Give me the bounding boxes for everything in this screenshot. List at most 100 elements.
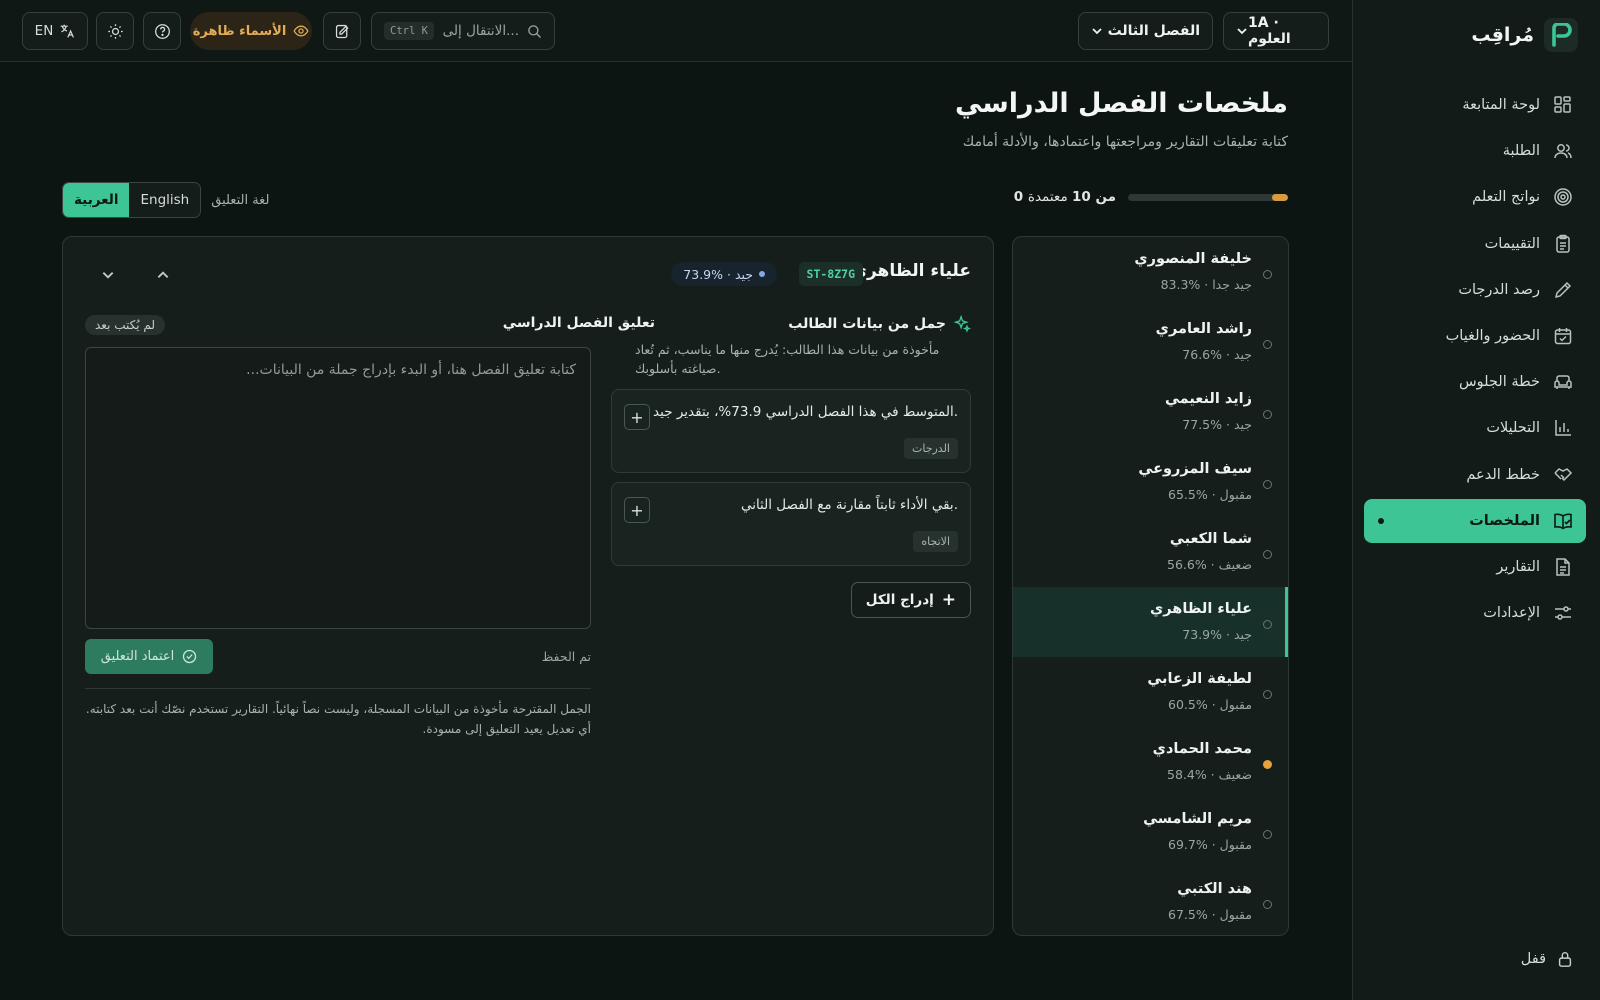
language-segmented-control: العربية English bbox=[62, 182, 202, 218]
sidebar-item-assessments[interactable]: التقييمات bbox=[1364, 222, 1586, 266]
status-dot-warning bbox=[1263, 760, 1272, 769]
sidebar-item-label: رصد الدرجات bbox=[1458, 281, 1540, 298]
status-dot bbox=[1263, 830, 1272, 839]
student-row[interactable]: لطيفة الزعابي 60.5% · مقبول bbox=[1013, 657, 1288, 727]
student-row[interactable]: هند الكتبي 67.5% · مقبول bbox=[1013, 867, 1288, 935]
handshake-icon bbox=[1552, 464, 1574, 486]
student-row-grade: 76.6% · جيد bbox=[1182, 347, 1252, 362]
previous-student-button[interactable] bbox=[151, 263, 175, 287]
grade-dot bbox=[759, 271, 765, 277]
calendar-check-icon bbox=[1552, 325, 1574, 347]
status-dot bbox=[1263, 340, 1272, 349]
search-placeholder: الانتقال إلى... bbox=[442, 23, 519, 39]
sidebar-item-outcomes[interactable]: نواتج التعلم bbox=[1364, 175, 1586, 219]
sidebar-item-reports[interactable]: التقارير bbox=[1364, 545, 1586, 589]
help-button[interactable] bbox=[143, 12, 181, 50]
brand[interactable]: مُراقِب bbox=[1471, 18, 1578, 52]
sidebar-item-label: نواتج التعلم bbox=[1472, 189, 1540, 206]
comment-language: العربية English لغة التعليق bbox=[62, 182, 269, 218]
quick-note-button[interactable] bbox=[323, 12, 361, 50]
language-label: لغة التعليق bbox=[211, 192, 270, 208]
sidebar-item-label: خطط الدعم bbox=[1466, 466, 1540, 483]
theme-toggle-button[interactable] bbox=[96, 12, 134, 50]
sidebar-item-label: التحليلات bbox=[1486, 420, 1540, 437]
student-row-grade: 56.6% · ضعيف bbox=[1167, 557, 1252, 572]
sidebar-item-settings[interactable]: الإعدادات bbox=[1364, 591, 1586, 635]
lock-button[interactable]: قفل bbox=[1521, 950, 1574, 968]
student-list: خليفة المنصوري 83.3% · جيد جدا راشد العامر… bbox=[1012, 236, 1289, 936]
approve-comment-button[interactable]: اعتماد التعليق bbox=[85, 639, 213, 674]
suggestion-tag: الدرجات bbox=[903, 438, 958, 459]
class-select[interactable]: 1A · العلوم bbox=[1223, 12, 1329, 50]
sidebar-item-dashboard[interactable]: لوحة المتابعة bbox=[1364, 83, 1586, 127]
student-row[interactable]: شما الكعبي 56.6% · ضعيف bbox=[1013, 517, 1288, 587]
insert-suggestion-button[interactable]: + bbox=[624, 404, 650, 430]
sidebar-item-support-plans[interactable]: خطط الدعم bbox=[1364, 453, 1586, 497]
footer-note: الجمل المقترحة مأخوذة من البيانات المسجل… bbox=[85, 702, 591, 736]
sidebar-item-students[interactable]: الطلبة bbox=[1364, 129, 1586, 173]
status-dot bbox=[1263, 690, 1272, 699]
language-button[interactable]: EN bbox=[22, 12, 88, 50]
term-select[interactable]: الفصل الثالث bbox=[1078, 12, 1213, 50]
insert-suggestion-button[interactable]: + bbox=[624, 497, 650, 523]
student-row[interactable]: راشد العامري 76.6% · جيد bbox=[1013, 307, 1288, 377]
student-row-name: خليفة المنصوري bbox=[1134, 251, 1252, 267]
file-text-icon bbox=[1552, 556, 1574, 578]
logo-icon bbox=[1544, 18, 1578, 52]
suggestion-card: بقي الأداء ثابتاً مقارنة مع الفصل الثاني… bbox=[611, 482, 971, 566]
sliders-icon bbox=[1552, 602, 1574, 624]
student-row-grade: 77.5% · جيد bbox=[1182, 417, 1252, 432]
approve-comment-label: اعتماد التعليق bbox=[100, 649, 175, 664]
sidebar-item-seating[interactable]: خطة الجلوس bbox=[1364, 360, 1586, 404]
names-visibility-label: الأسماء ظاهرة bbox=[192, 23, 287, 39]
next-student-button[interactable] bbox=[96, 263, 120, 287]
sidebar-item-analytics[interactable]: التحليلات bbox=[1364, 406, 1586, 450]
sidebar-item-grades[interactable]: رصد الدرجات bbox=[1364, 268, 1586, 312]
sidebar: مُراقِب لوحة المتابعة الطلبة نواتج التعل… bbox=[1352, 0, 1600, 1000]
sidebar-item-label: الحضور والغياب bbox=[1445, 327, 1540, 344]
sparkles-icon bbox=[953, 315, 971, 333]
student-row[interactable]: محمد الحمادي 58.4% · ضعيف bbox=[1013, 727, 1288, 797]
student-id-badge: ST-8Z7G bbox=[798, 262, 863, 286]
page-subtitle: كتابة تعليقات التقارير ومراجعتها واعتماد… bbox=[962, 134, 1288, 150]
student-row-name: مريم الشامسي bbox=[1143, 811, 1252, 827]
student-row-grade: 67.5% · مقبول bbox=[1168, 907, 1252, 922]
suggestions-description: مأخوذة من بيانات هذا الطالب: يُدرج منها … bbox=[635, 342, 940, 376]
lang-option-english[interactable]: English bbox=[129, 183, 201, 217]
student-name: علياء الظاهري bbox=[851, 261, 971, 281]
active-indicator bbox=[1285, 587, 1288, 657]
search-box[interactable]: Ctrl K الانتقال إلى... bbox=[371, 12, 555, 50]
grade-badge: 73.9% · جيد bbox=[671, 262, 777, 286]
help-icon bbox=[154, 23, 171, 40]
plus-icon: + bbox=[941, 590, 956, 610]
sidebar-item-attendance[interactable]: الحضور والغياب bbox=[1364, 314, 1586, 358]
student-row-grade: 83.3% · جيد جدا bbox=[1160, 277, 1252, 292]
suggestion-tag: الاتجاه bbox=[913, 531, 958, 552]
sidebar-item-label: خطة الجلوس bbox=[1458, 374, 1540, 391]
student-row[interactable]: زايد النعيمي 77.5% · جيد bbox=[1013, 377, 1288, 447]
approval-progress: 0 من 10 معتمدة bbox=[1014, 189, 1288, 205]
status-dot bbox=[1263, 480, 1272, 489]
sidebar-item-summaries[interactable]: الملخصات bbox=[1364, 498, 1586, 543]
insert-all-button[interactable]: إدراج الكل + bbox=[850, 582, 971, 618]
names-visibility-toggle[interactable]: الأسماء ظاهرة bbox=[190, 12, 312, 50]
sidebar-item-label: الملخصات bbox=[1469, 512, 1540, 529]
suggestions-title-text: جمل من بيانات الطالب bbox=[788, 316, 946, 332]
lock-label: قفل bbox=[1520, 951, 1546, 967]
comment-textarea[interactable] bbox=[85, 347, 591, 629]
suggestion-card: المتوسط في هذا الفصل الدراسي 73.9%، بتقد… bbox=[611, 389, 971, 473]
progress-suffix: معتمدة bbox=[1027, 189, 1068, 205]
sidebar-item-label: التقارير bbox=[1496, 558, 1540, 575]
student-row[interactable]: علياء الظاهري 73.9% · جيد bbox=[1013, 587, 1288, 657]
student-row[interactable]: مريم الشامسي 69.7% · مقبول bbox=[1013, 797, 1288, 867]
student-row[interactable]: خليفة المنصوري 83.3% · جيد جدا bbox=[1013, 237, 1288, 307]
lock-icon bbox=[1556, 950, 1574, 968]
sofa-icon bbox=[1552, 371, 1574, 393]
student-row[interactable]: سيف المزروعي 65.5% · مقبول bbox=[1013, 447, 1288, 517]
lang-option-arabic[interactable]: العربية bbox=[63, 183, 130, 217]
student-row-name: شما الكعبي bbox=[1169, 531, 1252, 547]
bar-chart-icon bbox=[1552, 417, 1574, 439]
student-row-name: هند الكتبي bbox=[1177, 881, 1252, 897]
class-select-value: 1A · العلوم bbox=[1248, 15, 1291, 47]
sidebar-item-label: الإعدادات bbox=[1483, 605, 1540, 622]
